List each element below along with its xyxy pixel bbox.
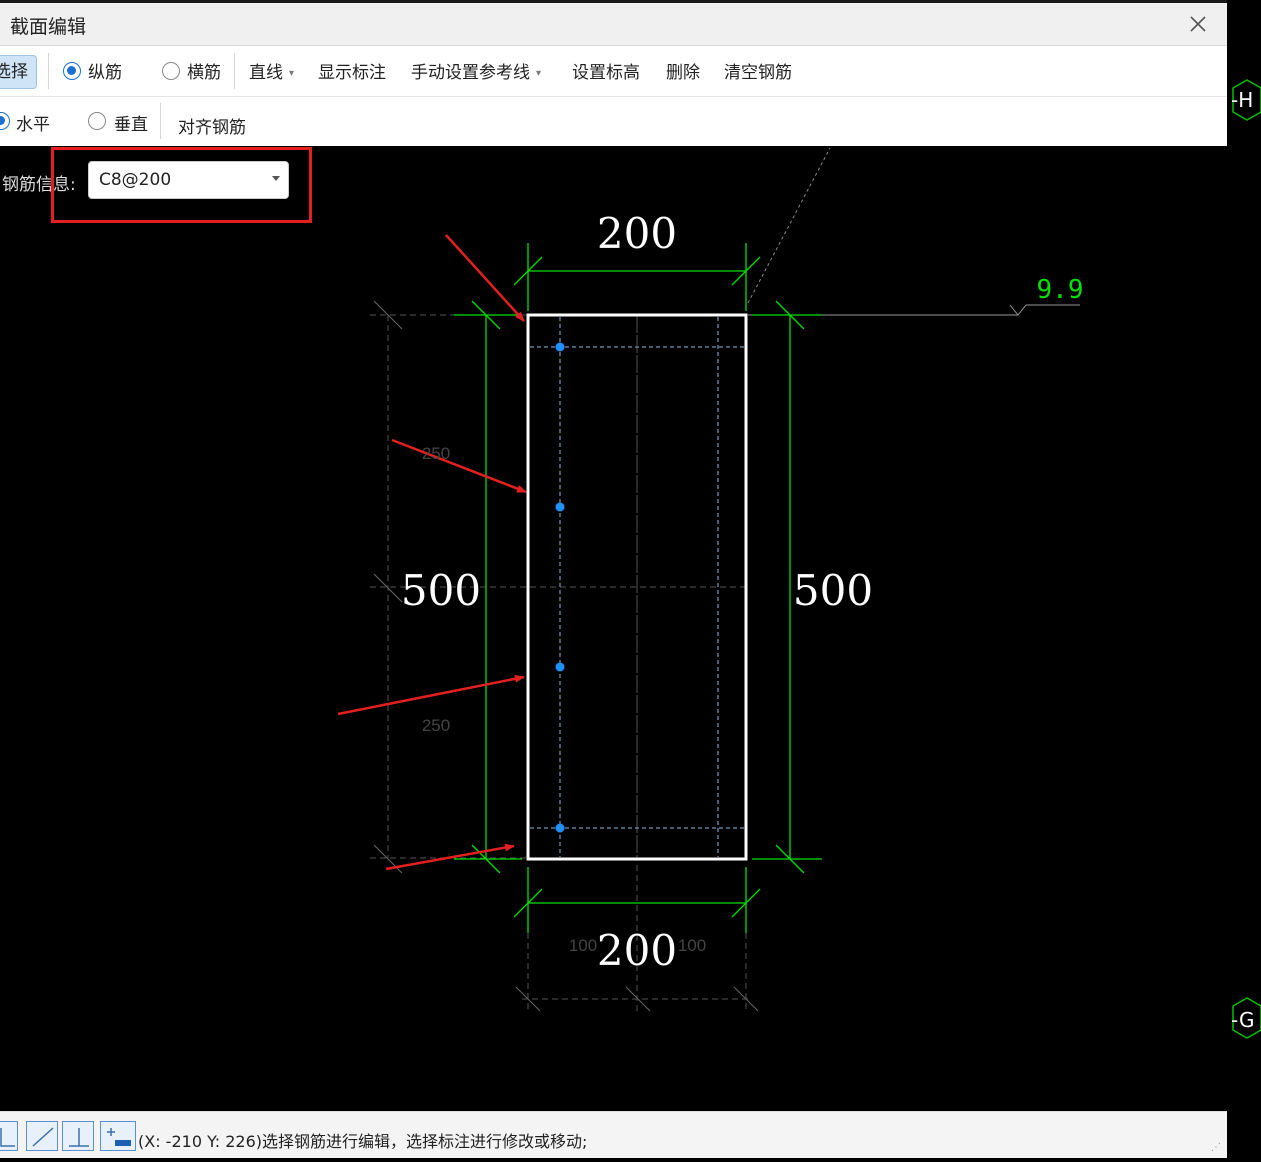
segment-texts: 250 250 100 100 (422, 444, 706, 955)
resize-grip-icon[interactable]: ⋰ (1211, 1142, 1221, 1153)
close-icon (1190, 16, 1206, 32)
background-canvas-strip: -H -G (1227, 0, 1261, 1158)
diagonal-line-icon (32, 1127, 54, 1147)
window-title: 截面编辑 (10, 16, 87, 38)
section-drawing[interactable]: 200 500 500 200 9.9 250 250 100 100 (0, 146, 1227, 1111)
seg-lower: 250 (422, 716, 450, 735)
elevation-value: 9.9 (1037, 275, 1084, 305)
title-bar: 截面编辑 (0, 3, 1227, 46)
half-right: 100 (678, 936, 706, 955)
line-tool-dropdown[interactable]: 直线 ▾ (249, 58, 294, 83)
show-annotation-button[interactable]: 显示标注 (318, 58, 386, 83)
midpoint-icon (107, 1128, 131, 1146)
rebar-point (555, 502, 565, 512)
toolbar-separator (160, 103, 161, 139)
dim-right-height: 500 (793, 566, 873, 615)
leader-line (747, 147, 831, 304)
manual-refline-dropdown[interactable]: 手动设置参考线 ▾ (411, 58, 541, 83)
main-toolbar: 选择 纵筋 横筋 直线 ▾ 显示标注 手动设置参考线 ▾ 设置标高 删除 清空钢筋 (0, 46, 1227, 97)
section-edit-dialog: 截面编辑 选择 纵筋 横筋 直线 ▾ 显示标注 手动设置参考线 ▾ 设置标高 删除 … (0, 3, 1227, 1158)
rebar-point (555, 662, 565, 672)
endpoint-icon (0, 1128, 15, 1147)
radio-longitudinal-label[interactable]: 纵筋 (88, 58, 122, 83)
radio-vertical[interactable] (88, 112, 106, 130)
status-bar: (X: -210 Y: 226)选择钢筋进行编辑，选择标注进行修改或移动; ⋰ (0, 1111, 1227, 1158)
toolbar-separator (48, 53, 49, 89)
snap-perpendicular-button[interactable] (62, 1121, 94, 1151)
manual-refline-label: 手动设置参考线 (411, 63, 530, 83)
seg-upper: 250 (422, 444, 450, 463)
half-left: 100 (569, 936, 597, 955)
snap-endpoint-button[interactable] (0, 1121, 18, 1151)
annotation-arrow (391, 438, 527, 494)
axis-label-g: -G (1231, 1008, 1255, 1032)
set-elevation-button[interactable]: 设置标高 (572, 58, 640, 83)
dim-left-height: 500 (401, 566, 481, 615)
radio-longitudinal[interactable] (63, 62, 81, 80)
line-tool-label: 直线 (249, 63, 283, 83)
clear-rebar-button[interactable]: 清空钢筋 (724, 58, 792, 83)
snap-midpoint-button[interactable] (100, 1121, 136, 1151)
dim-bottom-width: 200 (597, 926, 677, 975)
annotation-arrow (445, 234, 525, 322)
delete-button[interactable]: 删除 (666, 58, 700, 83)
radio-transverse[interactable] (162, 62, 180, 80)
reference-ticks (373, 300, 759, 1012)
perpendicular-icon (69, 1128, 89, 1147)
status-text: (X: -210 Y: 226)选择钢筋进行编辑，选择标注进行修改或移动; (138, 1132, 588, 1151)
axis-label-h: -H (1231, 88, 1254, 112)
annotation-arrows (337, 234, 527, 871)
annotation-highlight-box (51, 147, 312, 223)
chevron-down-icon: ▾ (536, 68, 542, 79)
radio-horizontal[interactable] (0, 112, 10, 130)
rebar-point (555, 342, 565, 352)
elevation-symbol (1009, 304, 1080, 316)
close-button[interactable] (1183, 9, 1213, 39)
radio-vertical-label[interactable]: 垂直 (114, 110, 148, 135)
annotation-arrow (337, 674, 525, 716)
secondary-toolbar: 水平 垂直 对齐钢筋 (0, 97, 1227, 146)
drawing-canvas[interactable]: 200 500 500 200 9.9 250 250 100 100 (0, 146, 1227, 1111)
chevron-down-icon: ▾ (289, 68, 295, 79)
radio-horizontal-label[interactable]: 水平 (16, 110, 50, 135)
radio-transverse-label[interactable]: 横筋 (187, 58, 221, 83)
select-button[interactable]: 选择 (0, 55, 37, 89)
axis-bubble-icons (1232, 79, 1261, 1039)
snap-line-button[interactable] (26, 1121, 58, 1151)
dim-top-width: 200 (597, 209, 677, 258)
toolbar-separator (234, 53, 235, 89)
align-rebar-button[interactable]: 对齐钢筋 (178, 113, 246, 138)
rebar-point (555, 823, 565, 833)
